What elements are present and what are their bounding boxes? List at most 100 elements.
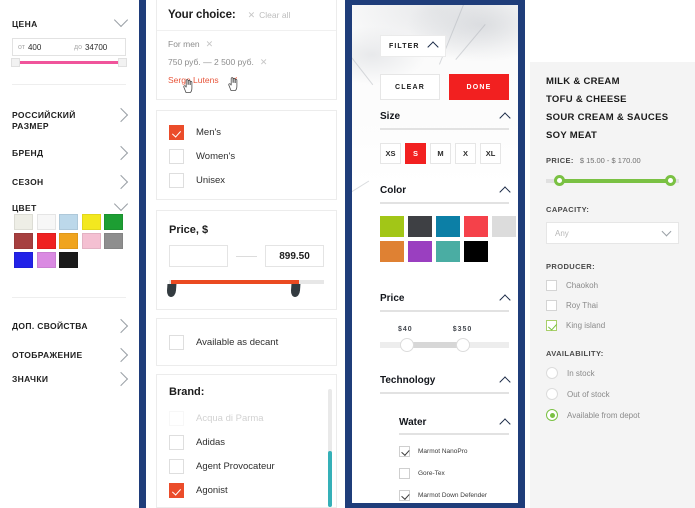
color-swatch[interactable]	[408, 215, 432, 237]
color-swatch[interactable]	[104, 233, 123, 249]
checkbox-checked-icon[interactable]	[399, 489, 410, 501]
chevron-up-icon[interactable]	[499, 185, 511, 198]
color-swatch[interactable]	[14, 233, 33, 249]
color-swatch[interactable]	[436, 215, 460, 237]
producer-option-chaokoh[interactable]: Chaokoh	[546, 280, 679, 291]
water-option-gore-tex[interactable]: Gore-Tex	[399, 467, 509, 479]
chevron-up-icon[interactable]	[499, 417, 511, 430]
radio-icon[interactable]	[546, 388, 558, 400]
checkbox-icon[interactable]	[546, 300, 557, 311]
category-item-soy-meat[interactable]: SOY MEAT	[546, 130, 679, 141]
done-button[interactable]: DONE	[449, 74, 509, 100]
color-swatch[interactable]	[59, 252, 78, 268]
water-option-marmot-down-defender[interactable]: Marmot Down Defender	[399, 489, 509, 501]
sidebar-item-extra-properties[interactable]: ДОП. СВОЙСТВА	[0, 318, 138, 334]
price-range-slider[interactable]	[166, 280, 324, 297]
color-group-header[interactable]: Color	[380, 185, 511, 198]
brand-item[interactable]: Agent Provocateur	[169, 459, 336, 474]
price-range-slider[interactable]	[546, 175, 679, 187]
color-swatch[interactable]	[14, 214, 33, 230]
gender-option-unisex[interactable]: Unisex	[169, 173, 336, 188]
size-option-s-selected[interactable]: S	[405, 142, 426, 164]
checkbox-checked-icon[interactable]	[169, 483, 184, 498]
price-from-field[interactable]: от 400	[13, 39, 69, 55]
clear-button[interactable]: CLEAR	[380, 74, 440, 100]
chevron-down-icon[interactable]	[113, 196, 129, 212]
checkbox-checked-icon[interactable]	[546, 320, 557, 331]
sidebar-item-badges[interactable]: ЗНАЧКИ	[0, 371, 138, 387]
chevron-right-icon[interactable]	[113, 318, 129, 334]
selected-tag-hovered[interactable]: Serge Lutens ✕	[168, 75, 325, 85]
chevron-right-icon[interactable]	[113, 145, 129, 161]
price-range-slider[interactable]	[11, 58, 127, 68]
size-option-xl[interactable]: XL	[480, 142, 501, 164]
capacity-select[interactable]: Any	[546, 222, 679, 244]
color-swatch[interactable]	[14, 252, 33, 268]
checkbox-icon[interactable]	[546, 280, 557, 291]
slider-handle-max[interactable]	[118, 58, 127, 67]
close-icon[interactable]: ✕	[260, 57, 268, 67]
checkbox-icon[interactable]	[169, 335, 184, 350]
slider-handle-max[interactable]	[290, 284, 301, 297]
water-option-marmot-nanopro[interactable]: Marmot NanoPro	[399, 445, 509, 457]
gender-option-mens[interactable]: Men's	[169, 125, 336, 140]
chevron-up-icon[interactable]	[499, 111, 511, 124]
color-swatch[interactable]	[408, 240, 432, 262]
price-max-input[interactable]: 899.50	[265, 245, 324, 267]
close-icon[interactable]: ✕	[231, 75, 239, 85]
availability-option-in-stock[interactable]: In stock	[546, 367, 679, 379]
chevron-down-icon[interactable]	[113, 12, 129, 28]
color-swatch[interactable]	[36, 214, 56, 230]
brand-item[interactable]: Adidas	[169, 435, 336, 450]
water-group-header[interactable]: Water	[399, 417, 511, 430]
price-to-field[interactable]: до 34700	[69, 39, 125, 55]
price-group-header[interactable]: Price	[380, 293, 511, 306]
availability-option-available-from-depot[interactable]: Available from depot	[546, 409, 679, 421]
size-group-header[interactable]: Size	[380, 111, 511, 124]
chevron-right-icon[interactable]	[113, 347, 129, 363]
category-item-milk-cream[interactable]: MILK & CREAM	[546, 76, 679, 87]
category-item-sour-cream-sauces[interactable]: SOUR CREAM & SAUCES	[546, 112, 679, 123]
size-option-x[interactable]: X	[455, 142, 476, 164]
checkbox-checked-icon[interactable]	[169, 125, 184, 140]
size-option-xs[interactable]: XS	[380, 142, 401, 164]
price-min-input[interactable]	[169, 245, 228, 267]
category-item-tofu-cheese[interactable]: TOFU & CHEESE	[546, 94, 679, 105]
selected-tag[interactable]: 750 руб. — 2 500 руб. ✕	[168, 57, 325, 67]
checkbox-icon[interactable]	[399, 467, 410, 479]
color-swatch[interactable]	[436, 240, 460, 262]
sidebar-item-brand[interactable]: БРЕНД	[0, 145, 138, 161]
availability-option-out-of-stock[interactable]: Out of stock	[546, 388, 679, 400]
filter-toggle-button[interactable]: FILTER	[380, 35, 446, 57]
brand-item[interactable]: Acqua di Parma	[169, 411, 336, 426]
brand-item[interactable]: Agonist	[169, 483, 336, 498]
chevron-up-icon[interactable]	[499, 293, 511, 306]
color-section-header[interactable]: ЦВЕТ	[0, 196, 138, 214]
radio-selected-icon[interactable]	[546, 409, 558, 421]
selected-tag[interactable]: For men ✕	[168, 39, 325, 49]
radio-icon[interactable]	[546, 367, 558, 379]
size-option-m[interactable]: M	[430, 142, 451, 164]
checkbox-icon[interactable]	[169, 411, 184, 426]
decant-option[interactable]: Available as decant	[169, 335, 336, 350]
slider-handle-max[interactable]	[456, 337, 470, 352]
brand-list[interactable]: Acqua di Parma Adidas Agent Provocateur …	[169, 411, 336, 507]
slider-handle-min[interactable]	[11, 58, 20, 67]
color-swatch[interactable]	[59, 233, 78, 249]
sidebar-item-season[interactable]: СЕЗОН	[0, 174, 138, 190]
sidebar-item-russian-size[interactable]: РОССИЙСКИЙ РАЗМЕР	[0, 107, 138, 132]
clear-all-button[interactable]: ✕ Clear all	[248, 10, 291, 20]
slider-handle-min[interactable]	[400, 337, 414, 352]
close-icon[interactable]: ✕	[206, 39, 214, 49]
gender-option-womens[interactable]: Women's	[169, 149, 336, 164]
slider-handle-min[interactable]	[166, 284, 177, 297]
chevron-right-icon[interactable]	[113, 371, 129, 387]
checkbox-icon[interactable]	[169, 459, 184, 474]
technology-group-header[interactable]: Technology	[380, 375, 511, 388]
checkbox-icon[interactable]	[169, 149, 184, 164]
checkbox-icon[interactable]	[169, 173, 184, 188]
price-range-slider[interactable]	[380, 337, 509, 353]
producer-option-roy-thai[interactable]: Roy Thai	[546, 300, 679, 311]
color-swatch[interactable]	[81, 233, 101, 249]
color-swatch[interactable]	[464, 215, 488, 237]
